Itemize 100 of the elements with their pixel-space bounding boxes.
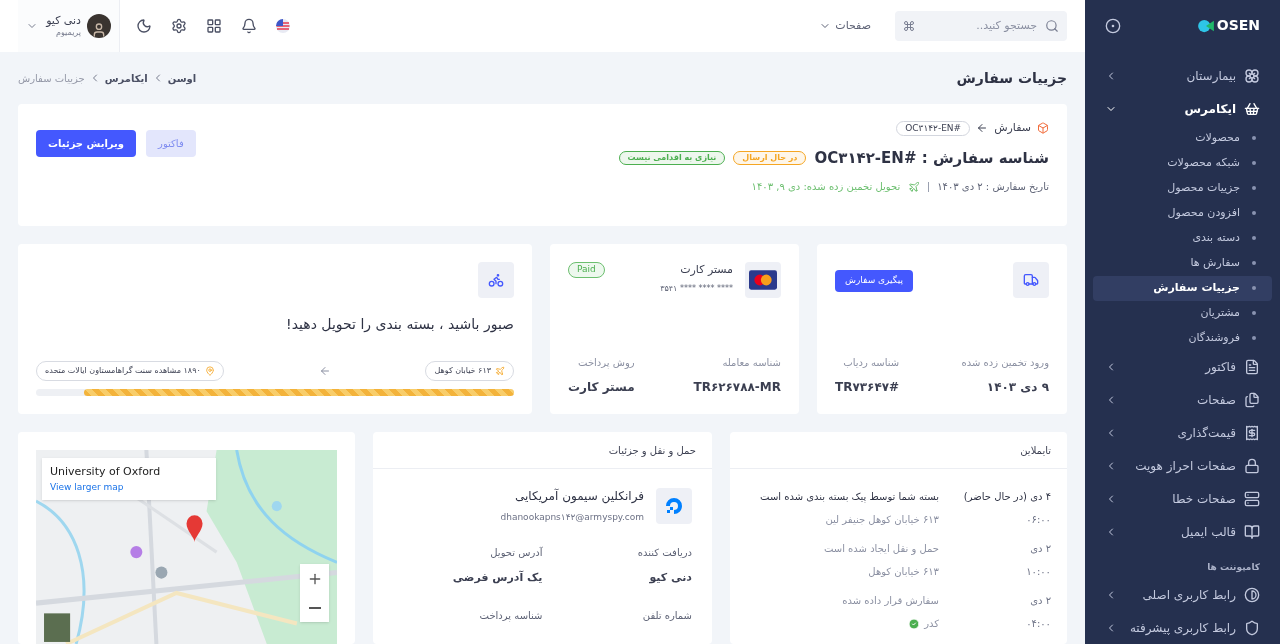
notification-icon[interactable]: [241, 18, 257, 34]
order-date: تاریخ سفارش : ۲ دی ۱۴۰۳: [937, 180, 1049, 194]
breadcrumb-link[interactable]: اوسن: [167, 70, 197, 86]
delivery-estimate: تحویل تخمین زده شده: دی ۹, ۱۴۰۳: [751, 180, 901, 194]
submenu-item[interactable]: جزییات سفارش: [1093, 275, 1272, 301]
search-icon: [1045, 19, 1059, 33]
breadcrumb-link[interactable]: ایکامرس: [104, 70, 148, 86]
menu-icon: [1244, 524, 1260, 540]
edit-button[interactable]: ویرایش جزئیات: [36, 130, 137, 157]
pages-menu[interactable]: صفحات: [819, 17, 871, 35]
sidebar-item[interactable]: فاکتور: [1093, 350, 1272, 384]
menu-icon: [1244, 68, 1260, 84]
order-crumb: سفارش: [994, 120, 1031, 136]
bullet-icon: [1252, 236, 1256, 240]
moon-icon[interactable]: [136, 18, 152, 34]
mastercard-icon: [745, 262, 781, 298]
delivery-message: صبور باشید ، بسته بندی را تحویل دهید!: [285, 315, 514, 335]
timeline-text: بسته شما توسط پیک بسته بندی شده است: [760, 490, 939, 504]
bullet-icon: [1252, 311, 1256, 315]
submenu-item[interactable]: افزودن محصول: [1093, 200, 1272, 226]
submenu-item[interactable]: شبکه محصولات: [1093, 150, 1272, 176]
menu-icon: [1244, 392, 1260, 408]
field-value: TR۶۲۶۷۸۸-MR: [693, 379, 781, 396]
user-plan: پریمیوم: [55, 27, 81, 38]
field-label: آدرس تحویل: [489, 545, 543, 560]
menu-icon: [1244, 359, 1260, 375]
field-label: ورود تخمین زده شده: [961, 356, 1049, 370]
timeline-text: سفارش قرار داده شده: [842, 594, 939, 608]
menu-icon: [1244, 458, 1260, 474]
larger-map-link[interactable]: View larger map: [50, 480, 208, 494]
search-field[interactable]: جستجو کنید..: [895, 11, 1067, 41]
page-title: جزییات سفارش: [956, 68, 1067, 89]
search-input[interactable]: جستجو کنید..: [923, 17, 1037, 35]
settings-icon[interactable]: [171, 18, 187, 34]
bullet-icon: [1252, 336, 1256, 340]
arrow-icon: [318, 365, 331, 377]
sidebar-item[interactable]: ایکامرس: [1093, 92, 1272, 126]
submenu-item[interactable]: سفارش ها: [1093, 250, 1272, 276]
field-label: روش پرداخت: [577, 356, 635, 370]
timeline-location: ۶۱۳ خیابان کوهل: [868, 565, 939, 579]
field-label: شناسه معامله: [721, 356, 781, 370]
sidebar-item[interactable]: قیمت‌گذاری: [1093, 416, 1272, 450]
track-order-button[interactable]: پیگیری سفارش: [835, 270, 913, 292]
timeline-time: ۰۴:۰۰: [1025, 617, 1051, 631]
field-value: مستر کارت: [568, 379, 635, 396]
sidebar-item[interactable]: رابط کاربری پیشرفته: [1093, 611, 1272, 644]
submenu-item[interactable]: جزییات محصول: [1093, 175, 1272, 201]
field-label: شناسه پرداخت: [478, 609, 543, 623]
menu-icon: [1244, 586, 1260, 603]
menu-icon: [1244, 101, 1260, 117]
avatar-icon: [91, 22, 107, 38]
card-name: مستر کارت: [679, 262, 733, 278]
panel-title: تایملاین: [730, 432, 1067, 469]
user-name: دنی کیو: [46, 14, 81, 28]
command-icon: [903, 20, 915, 32]
timeline-date: ۲ دی: [1029, 594, 1051, 608]
submenu-item[interactable]: محصولات: [1093, 125, 1272, 151]
apps-icon[interactable]: [206, 18, 222, 34]
bullet-icon: [1252, 136, 1256, 140]
timeline-location: ۶۱۳ خیابان کوهل جنیفر لین: [825, 513, 939, 527]
section-title: کامپوننت ها: [1206, 560, 1261, 574]
sidebar-item[interactable]: رابط کاربری اصلی: [1093, 578, 1272, 611]
timeline-time: ۰۶:۰۰: [1025, 513, 1051, 527]
sidebar-toggle-icon[interactable]: [1105, 17, 1121, 34]
bullet-icon: [1252, 261, 1256, 265]
submenu-item[interactable]: دسته بندی: [1093, 225, 1272, 251]
sidebar-item[interactable]: قالب ایمیل: [1093, 515, 1272, 549]
place-name: University of Oxford: [50, 464, 162, 480]
menu-icon: [1244, 425, 1260, 441]
field-label: دریافت کننده: [636, 545, 692, 560]
company-email: dhanookapns۱۴۲@armyspy.com: [500, 511, 644, 524]
field-value: #TR۷۳۶۴۷: [835, 379, 900, 396]
plane-icon: [495, 366, 505, 376]
plane-icon: [908, 180, 921, 193]
company-logo: [656, 487, 692, 524]
submenu-item[interactable]: مشتریان: [1093, 300, 1272, 326]
order-title: شناسه سفارش : #OC۳۱۴۲-EN: [814, 147, 1049, 169]
sidebar-item[interactable]: صفحات خطا: [1093, 482, 1272, 516]
status-badge: در حال ارسال: [733, 150, 807, 165]
bullet-icon: [1252, 186, 1256, 190]
field-value: ۹ دی ۱۴۰۳: [985, 379, 1049, 396]
bullet-icon: [1252, 211, 1256, 215]
bullet-icon: [1252, 161, 1256, 165]
field-label: شناسه ردیاب: [842, 356, 900, 370]
field-value: یک آدرس فرضی: [451, 569, 543, 586]
sidebar-item[interactable]: بیمارستان: [1093, 59, 1272, 93]
menu-icon: [1244, 491, 1260, 507]
logo-icon: [1196, 18, 1215, 33]
status-badge: نیازی به اقدامی نیست: [618, 150, 726, 165]
card-number: **** **** **** ۳۵۴۱: [659, 282, 733, 295]
payment-status: Paid: [568, 262, 605, 278]
submenu-item[interactable]: فروشندگان: [1093, 325, 1272, 351]
user-menu[interactable]: دنی کیو پریمیوم: [18, 0, 120, 52]
flag-icon[interactable]: [276, 19, 290, 33]
timeline-text: حمل و نقل ایجاد شده است: [823, 542, 939, 556]
timeline-date: ۲ دی: [1029, 542, 1051, 556]
sidebar-item[interactable]: صفحات: [1093, 383, 1272, 417]
menu-icon: [1244, 619, 1260, 636]
field-value: دنی کیو: [648, 569, 692, 586]
sidebar-item[interactable]: صفحات احراز هویت: [1093, 449, 1272, 483]
